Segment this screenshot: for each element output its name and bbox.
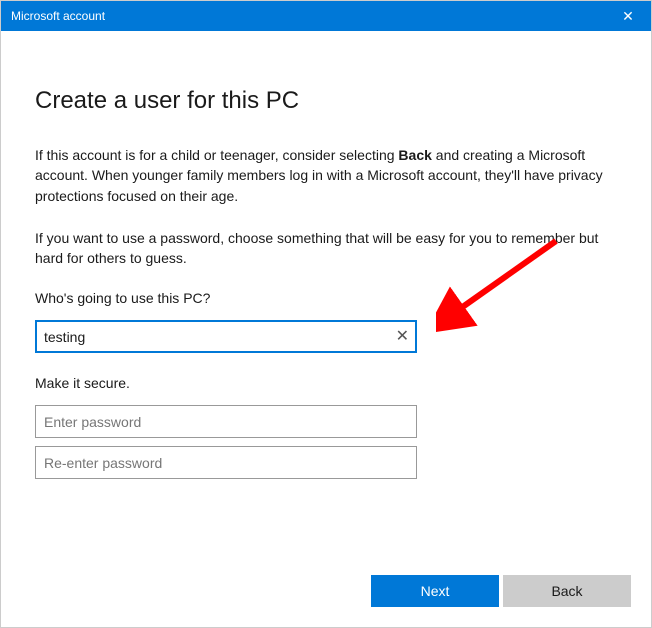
password-field-wrap [35, 405, 417, 438]
secure-label: Make it secure. [35, 375, 617, 391]
next-button[interactable]: Next [371, 575, 499, 607]
password-confirm-field-wrap [35, 446, 417, 479]
intro-bold: Back [398, 147, 431, 163]
password-input[interactable] [35, 405, 417, 438]
username-input[interactable] [35, 320, 417, 353]
password-confirm-input[interactable] [35, 446, 417, 479]
window-title: Microsoft account [11, 9, 105, 23]
close-button[interactable]: ✕ [605, 1, 651, 31]
footer-buttons: Next Back [371, 575, 631, 607]
username-field-wrap: ✕ [35, 320, 417, 353]
intro-text: If this account is for a child or teenag… [35, 147, 398, 163]
username-label: Who's going to use this PC? [35, 290, 617, 306]
page-title: Create a user for this PC [35, 87, 617, 115]
content-area: Create a user for this PC If this accoun… [1, 31, 651, 479]
close-icon: ✕ [622, 8, 634, 25]
intro-paragraph-2: If you want to use a password, choose so… [35, 228, 617, 269]
clear-icon[interactable]: ✕ [396, 329, 409, 345]
back-button[interactable]: Back [503, 575, 631, 607]
titlebar: Microsoft account ✕ [1, 1, 651, 31]
intro-paragraph-1: If this account is for a child or teenag… [35, 145, 617, 206]
